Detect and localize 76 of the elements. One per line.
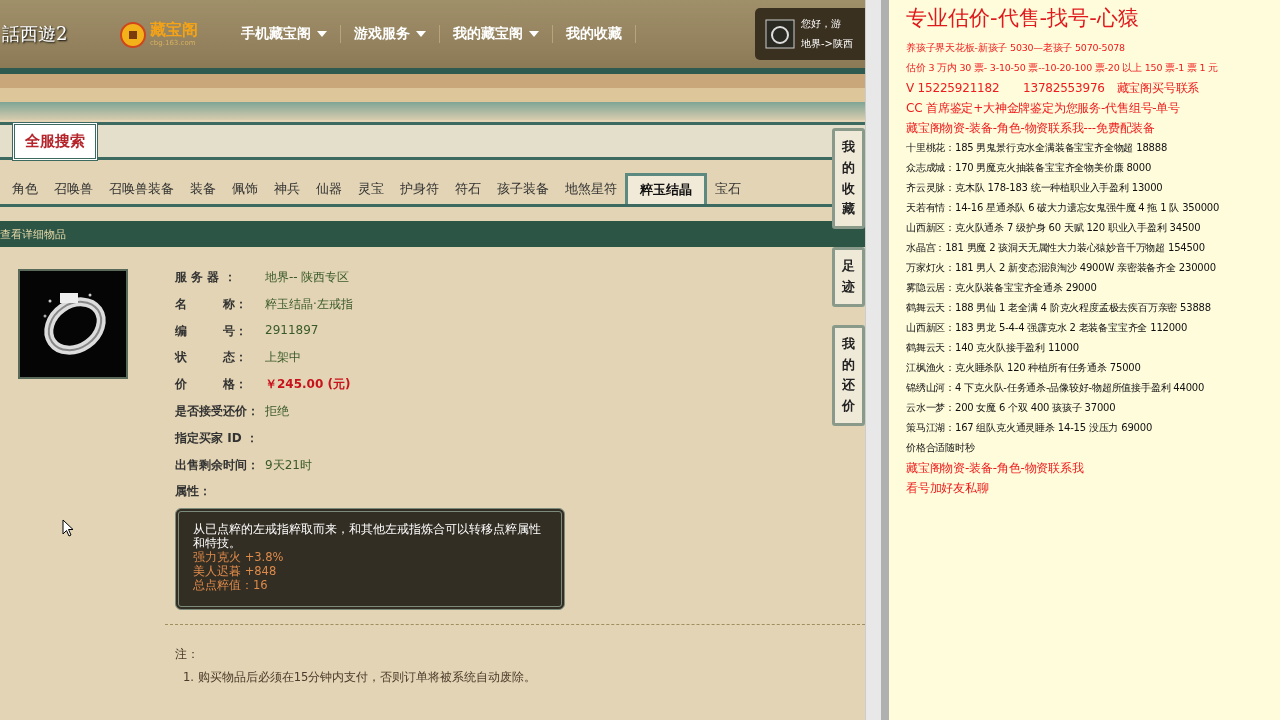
document-line: V 15225921182 13782553976 藏宝阁买号联系 — [906, 80, 1201, 97]
document-line: 水晶宫：181 男魔 2 孩洞天无属性大力装心猿妙音千万物超 154500 — [906, 241, 1206, 255]
document-line: 鹤舞云天：140 克火队接手盈利 11000 — [906, 341, 1080, 355]
section-title: 查看详细物品 — [0, 226, 66, 242]
document-line: 看号加好友私聊 — [906, 480, 990, 497]
document-line: 鹤舞云天：188 男仙 1 老全满 4 阶克火程度孟极去疾百万亲密 53888 — [906, 301, 1212, 315]
field-value: ￥245.00 (元) — [265, 376, 351, 394]
server-link[interactable]: 地界->陕西 — [801, 37, 853, 51]
field-label: 属性： — [175, 483, 212, 501]
category-tab[interactable]: 粹玉结晶 — [625, 173, 707, 204]
document-line: 江枫渔火：克火睡杀队 120 种植所有任务通杀 75000 — [906, 361, 1142, 375]
document-line: 云水一梦：200 女魔 6 个双 400 孩孩子 37000 — [906, 401, 1117, 415]
category-tab[interactable]: 符石 — [447, 174, 489, 204]
document-line: 估价 3 万内 30 票- 3-10-50 票--10-20-100 票-20 以上 150 票-1 票 1 元 — [906, 61, 1219, 75]
field-value: 地界-- 陕西专区 — [265, 269, 350, 286]
field-label: 是否接受还价： — [175, 403, 260, 420]
document-line: 十里桃花：185 男鬼景行克水全满装备宝宝齐全物超 18888 — [906, 141, 1169, 155]
greeting-text: 您好，游 — [801, 17, 842, 31]
document-line: 天若有情：14-16 星通杀队 6 破大力遗忘女鬼强牛魔 4 拖 1 队 350000 — [906, 201, 1221, 215]
category-tab[interactable]: 护身符 — [392, 174, 447, 204]
document-line: 策马江湖：167 组队克火通灵睡杀 14-15 没压力 69000 — [906, 421, 1154, 435]
note-text: 1. 购买物品后必须在15分钟内支付，否则订单将被系统自动废除。 — [182, 670, 538, 686]
category-tab[interactable]: 地煞星符 — [557, 174, 625, 204]
document-line: 价格合适随时秒 — [906, 441, 976, 455]
document-line: 藏宝阁物资-装备-角色-物资联系我 — [906, 460, 1085, 477]
field-value: 拒绝 — [265, 403, 289, 420]
category-tab[interactable]: 仙器 — [308, 174, 350, 204]
field-label: 服 务 器 ： — [175, 269, 237, 286]
nav-link[interactable]: 手机藏宝阁 — [228, 25, 341, 43]
category-tab[interactable]: 宝石 — [707, 174, 749, 204]
side-tab[interactable]: 足迹 — [832, 247, 865, 307]
nav-link[interactable]: 我的收藏 — [553, 25, 636, 43]
notes-title: 注： — [175, 647, 200, 663]
attribute-text: 强力克火 +3.8% — [193, 550, 285, 565]
category-tab[interactable]: 神兵 — [266, 174, 308, 204]
game-logo[interactable]: 話西遊2 — [2, 22, 104, 46]
field-value: 粹玉结晶·左戒指 — [265, 295, 353, 313]
category-tab[interactable]: 装备 — [182, 174, 224, 204]
document-line: 养孩子界天花板-新孩子 5030—老孩子 5070-5078 — [906, 41, 1126, 55]
document-line: 山西新区：克火队通杀 7 级护身 60 天赋 120 职业入手盈利 34500 — [906, 221, 1202, 235]
document-line: 山西新区：183 男龙 5-4-4 强霹克水 2 老装备宝宝齐全 112000 — [906, 321, 1189, 335]
coin-icon — [118, 19, 148, 49]
banner-title[interactable]: 全服搜索 — [12, 121, 98, 161]
category-tab[interactable]: 召唤兽 — [46, 174, 101, 204]
avatar-icon — [765, 19, 795, 49]
category-tab[interactable]: 角色 — [4, 174, 46, 204]
field-label: 出售剩余时间： — [175, 456, 260, 474]
nav-link[interactable]: 游戏服务 — [341, 25, 440, 43]
category-tab[interactable]: 召唤兽装备 — [101, 174, 182, 204]
category-tab[interactable]: 佩饰 — [224, 174, 266, 204]
document-line: 锦绣山河：4 下克火队-任务通杀-品像较好-物超所值接手盈利 44000 — [906, 381, 1206, 395]
cursor-icon — [62, 519, 74, 537]
attribute-text: 美人迟暮 +848 — [193, 564, 278, 579]
field-label: 指定买家 ID ： — [175, 429, 259, 447]
document-line: 众志成城：170 男魔克火抽装备宝宝齐全物美价廉 8000 — [906, 161, 1153, 175]
document-line: CC 首席鉴定+大神金牌鉴定为您服务-代售组号-单号 — [906, 100, 1182, 117]
field-label: 状 态： — [175, 349, 248, 367]
document-line: 雾隐云居：克火队装备宝宝齐全通杀 29000 — [906, 281, 1098, 295]
field-label: 名 称： — [175, 295, 248, 313]
attribute-text: 总点粹值：16 — [193, 578, 269, 593]
field-value: 9天21时 — [265, 456, 312, 474]
category-tab[interactable]: 孩子装备 — [489, 174, 557, 204]
side-tab[interactable]: 我的还价 — [832, 324, 865, 426]
document-title: 专业估价-代售-找号-心猿 — [906, 5, 1140, 32]
field-label: 编 号： — [175, 322, 248, 340]
field-value: 上架中 — [265, 349, 301, 367]
field-value: 2911897 — [265, 322, 319, 337]
document-line: 藏宝阁物资-装备-角色-物资联系我---免费配装备 — [906, 120, 1156, 137]
document-line: 万家灯火：181 男人 2 新变态混浪淘沙 4900W 亲密装备齐全 230000 — [906, 261, 1217, 275]
side-tab[interactable]: 我的收藏 — [832, 128, 865, 230]
category-tab[interactable]: 灵宝 — [350, 174, 392, 204]
document-line: 齐云灵脉：克木队 178-183 统一种植职业入手盈利 13000 — [906, 181, 1164, 195]
field-label: 价 格： — [175, 376, 248, 394]
scrollbar[interactable] — [865, 0, 881, 720]
description-text: 从已点粹的左戒指粹取而来，和其他左戒指炼合可以转移点粹属性和特技。 — [193, 522, 542, 551]
nav-link[interactable]: 我的藏宝阁 — [440, 25, 553, 43]
